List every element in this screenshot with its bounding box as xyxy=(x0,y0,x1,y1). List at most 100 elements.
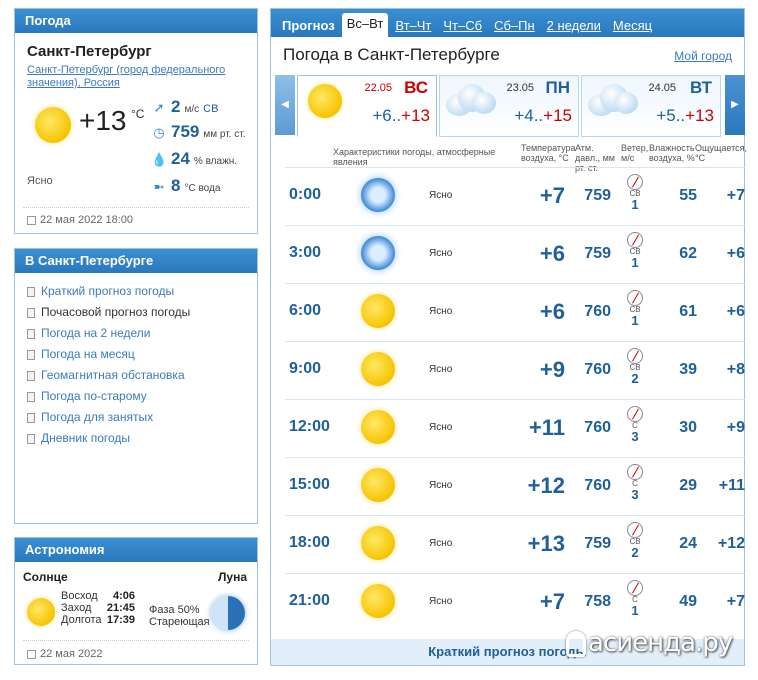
watermark-logo-icon xyxy=(566,630,586,657)
row-time: 15:00 xyxy=(289,476,330,493)
day-selector: ◀ 22.05 ВС +6..+13 23.05 ПН +4..+15 24.0… xyxy=(275,75,745,137)
list-item[interactable]: Почасовой прогноз погоды xyxy=(15,302,257,323)
list-item[interactable]: Геомагнитная обстановка xyxy=(15,365,257,386)
table-row: 0:00 Ясно +7 759 СВ 1 55 +7 xyxy=(285,167,745,225)
row-pressure: 759 xyxy=(584,245,611,262)
row-temperature: +6 xyxy=(539,299,565,324)
temperature-unit: °C xyxy=(131,107,145,121)
row-time: 12:00 xyxy=(289,418,330,435)
tab-0[interactable]: Прогноз xyxy=(277,15,340,37)
list-item[interactable]: Краткий прогноз погоды xyxy=(15,281,257,302)
page-title: Погода в Санкт-Петербурге xyxy=(283,45,500,64)
tab-1[interactable]: Вс–Вт xyxy=(341,13,389,37)
row-temperature: +9 xyxy=(539,357,565,382)
astronomy-date-row: 22 мая 2022 xyxy=(27,648,102,660)
day-date: 24.05 xyxy=(648,82,676,94)
row-time: 9:00 xyxy=(289,360,322,377)
document-icon xyxy=(27,328,35,339)
tab-3[interactable]: Чт–Сб xyxy=(438,15,487,37)
forecast-panel: Прогноз Вс–Вт Вт–Чт Чт–Сб Сб–Пн 2 недели Месяц… xyxy=(270,8,748,666)
city-link[interactable]: Геомагнитная обстановка xyxy=(41,365,185,386)
row-temperature: +13 xyxy=(527,531,565,556)
moon-icon xyxy=(211,596,245,630)
list-item[interactable]: Погода на 2 недели xyxy=(15,323,257,344)
city-link[interactable]: Почасовой прогноз погоды xyxy=(41,302,190,323)
water-temp-value: 8 xyxy=(171,176,181,195)
pressure-value: 759 xyxy=(171,122,200,141)
document-icon xyxy=(27,391,35,402)
row-wind-speed: 2 xyxy=(631,371,639,386)
my-city-link[interactable]: Мой город xyxy=(674,49,732,63)
next-days-arrow-icon[interactable]: ▶ xyxy=(725,75,745,135)
row-pressure: 760 xyxy=(584,419,611,436)
city-link[interactable]: Погода на месяц xyxy=(41,344,135,365)
row-temperature: +11 xyxy=(528,415,565,440)
table-header: Характеристики погоды, атмосферные явлен… xyxy=(271,143,748,173)
row-temperature: +12 xyxy=(527,473,565,498)
col-feels: Ощущается, °С xyxy=(695,143,748,163)
row-time: 21:00 xyxy=(289,592,330,609)
row-pressure: 759 xyxy=(584,187,611,204)
sun-icon xyxy=(27,598,55,626)
day-of-week: ПН xyxy=(545,78,571,97)
city-link[interactable]: Погода для занятых xyxy=(41,407,153,428)
humidity-unit: % влажн. xyxy=(193,156,238,167)
hourly-table: 0:00 Ясно +7 759 СВ 1 55 +7 3:00 Ясно +6 759 СВ 1 62 +6… xyxy=(285,167,745,631)
row-humidity: 30 xyxy=(679,419,697,436)
moon-icon xyxy=(361,178,395,212)
row-pressure: 760 xyxy=(584,361,611,378)
tab-2[interactable]: Вт–Чт xyxy=(390,15,436,37)
city-links-header: В Санкт-Петербурге xyxy=(15,249,257,273)
sunrise-time: 4:06 xyxy=(112,590,135,602)
site-watermark: асиенда.ру xyxy=(566,628,733,658)
city-region-link[interactable]: Санкт-Петербург (город федерального знач… xyxy=(27,64,237,90)
compass-icon xyxy=(627,174,643,190)
day-card-0[interactable]: 22.05 ВС +6..+13 xyxy=(297,75,437,137)
row-feels-like: +8 xyxy=(726,361,745,378)
compass-icon xyxy=(627,232,643,248)
compass-icon xyxy=(627,580,643,596)
list-item[interactable]: Дневник погоды xyxy=(15,428,257,449)
city-link[interactable]: Дневник погоды xyxy=(41,428,130,449)
row-wind: СВ 1 xyxy=(625,290,645,327)
row-wind-speed: 1 xyxy=(631,603,639,618)
sun-label: Солнце xyxy=(23,570,68,584)
divider xyxy=(23,207,249,208)
tab-4[interactable]: Сб–Пн xyxy=(489,15,540,37)
calendar-icon xyxy=(27,649,36,659)
sun-icon xyxy=(361,352,395,386)
short-forecast-link[interactable]: Краткий прогноз погоды xyxy=(428,644,587,659)
row-conditions: Ясно xyxy=(429,538,453,549)
daylength-label: Долгота xyxy=(61,614,102,626)
wind-direction-icon: ➚ xyxy=(153,100,165,115)
row-humidity: 49 xyxy=(679,593,697,610)
day-card-2[interactable]: 24.05 ВТ +5..+13 xyxy=(581,75,721,137)
list-item[interactable]: Погода по-старому xyxy=(15,386,257,407)
list-item[interactable]: Погода для занятых xyxy=(15,407,257,428)
row-humidity: 29 xyxy=(679,477,697,494)
row-humidity: 62 xyxy=(679,245,697,262)
document-icon xyxy=(27,349,35,360)
day-temp-low: +4 xyxy=(514,106,534,125)
list-item[interactable]: Погода на месяц xyxy=(15,344,257,365)
prev-days-arrow-icon[interactable]: ◀ xyxy=(275,75,295,135)
row-feels-like: +9 xyxy=(726,419,745,436)
astronomy-panel: Астрономия Солнце Луна Восход 4:06 Заход 2… xyxy=(14,537,258,665)
day-temp-high: +15 xyxy=(543,106,572,125)
city-link[interactable]: Краткий прогноз погоды xyxy=(41,281,174,302)
astronomy-date: 22 мая 2022 xyxy=(40,648,103,660)
table-row: 6:00 Ясно +6 760 СВ 1 61 +6 xyxy=(285,283,745,341)
wind-row: ➚ 2 м/с СВ xyxy=(151,97,219,117)
row-conditions: Ясно xyxy=(429,190,453,201)
day-of-week: ВС xyxy=(404,78,428,97)
sun-icon xyxy=(35,107,71,143)
sun-icon xyxy=(308,84,342,118)
table-row: 18:00 Ясно +13 759 СВ 2 24 +12 xyxy=(285,515,745,573)
day-temp-range: +6..+13 xyxy=(372,106,430,125)
tab-5[interactable]: 2 недели xyxy=(542,15,606,37)
city-link[interactable]: Погода по-старому xyxy=(41,386,147,407)
city-link[interactable]: Погода на 2 недели xyxy=(41,323,151,344)
day-card-1[interactable]: 23.05 ПН +4..+15 xyxy=(439,75,579,137)
tab-6[interactable]: Месяц xyxy=(608,15,657,37)
city-links-panel: В Санкт-Петербурге Краткий прогноз погод… xyxy=(14,248,258,524)
